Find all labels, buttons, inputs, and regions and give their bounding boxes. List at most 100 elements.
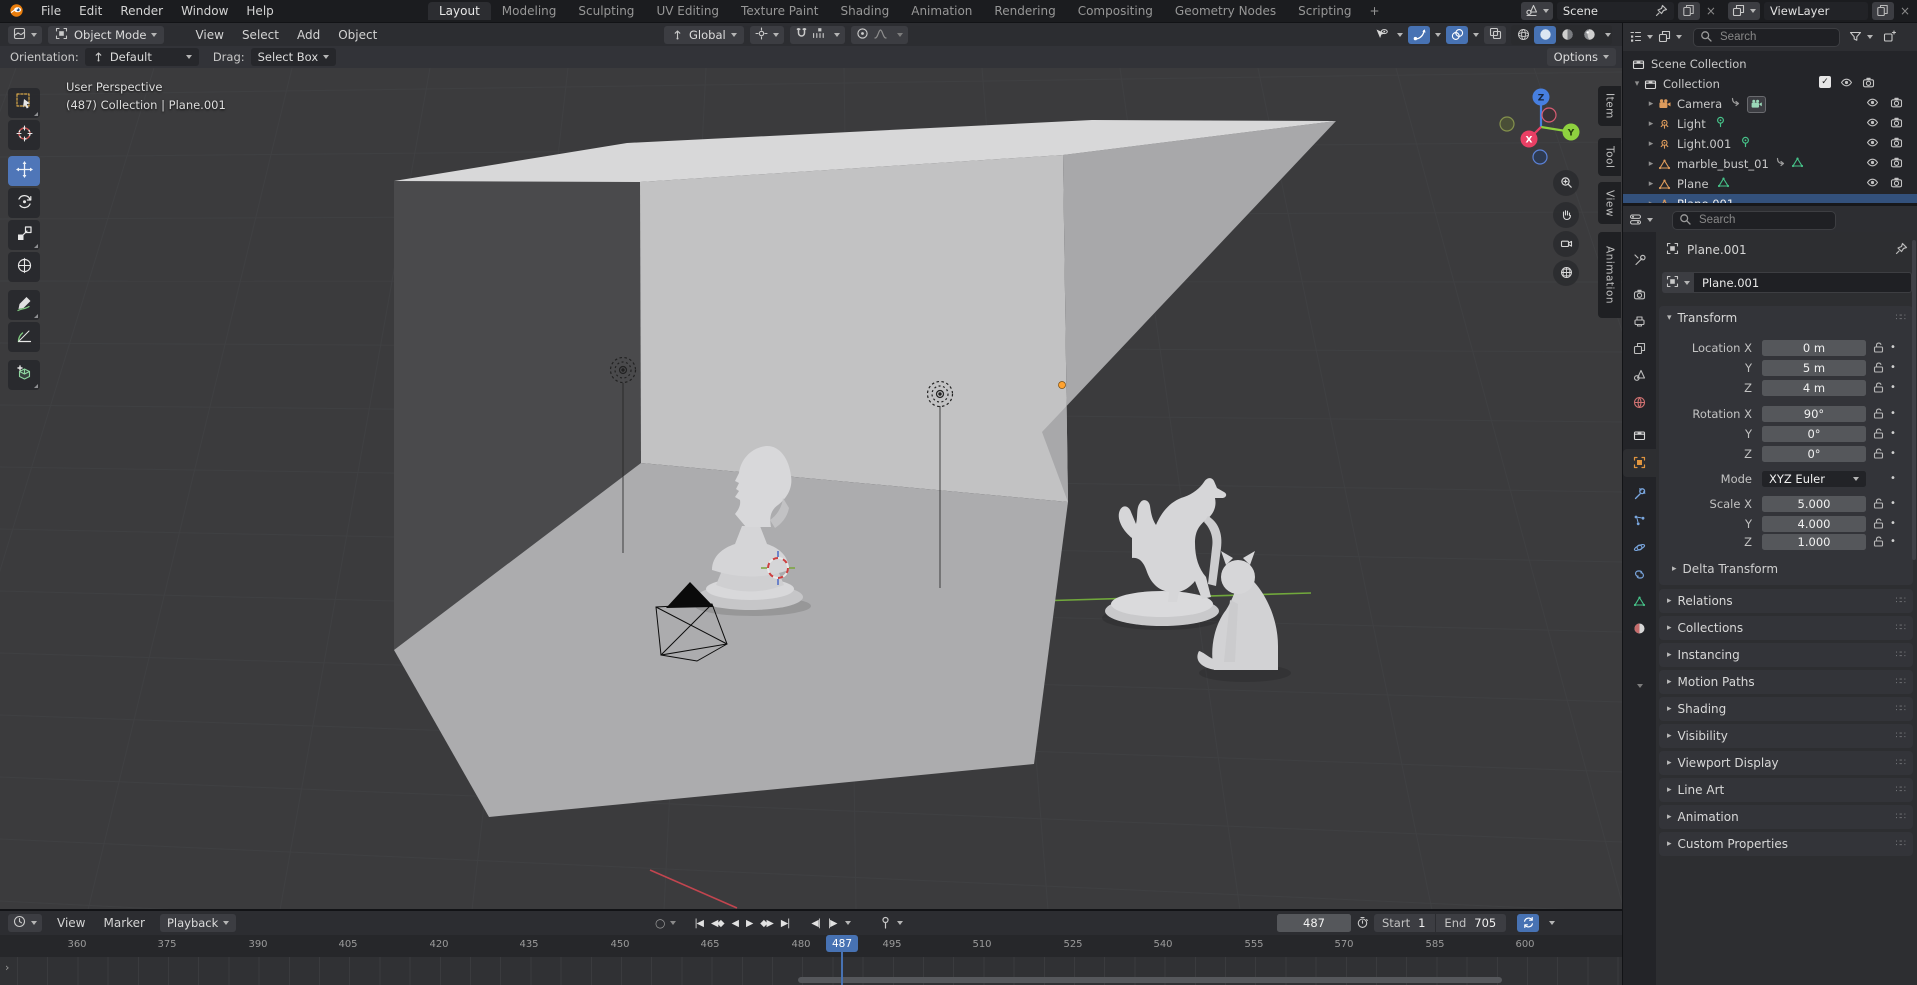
panel-shading[interactable]: ▸Shading∷∷ xyxy=(1659,697,1913,721)
frame-forward-button[interactable]: |▶ xyxy=(824,918,841,929)
tab-strip-overflow-caret[interactable] xyxy=(1623,672,1656,700)
scene-new-copy-button[interactable] xyxy=(1678,2,1700,20)
shading-solid-button[interactable] xyxy=(1534,26,1556,44)
lock-icon[interactable] xyxy=(1866,427,1890,440)
delta-transform-panel[interactable]: ▸Delta Transform xyxy=(1672,562,1778,576)
tab-sculpting[interactable]: Sculpting xyxy=(567,2,645,20)
tab-scene[interactable] xyxy=(1623,362,1656,390)
animate-dot[interactable]: • xyxy=(1890,362,1896,373)
pin-icon[interactable] xyxy=(1655,2,1668,21)
panel-collections[interactable]: ▸Collections∷∷ xyxy=(1659,616,1913,640)
lock-icon[interactable] xyxy=(1866,447,1890,460)
viewport-menu-add[interactable]: Add xyxy=(288,28,329,42)
tab-rendering[interactable]: Rendering xyxy=(983,2,1066,20)
jump-to-end-button[interactable]: ▶| xyxy=(777,918,794,929)
tab-tool[interactable] xyxy=(1623,246,1656,274)
light-data-icon[interactable] xyxy=(1714,116,1727,132)
navigation-gizmo[interactable]: Z Y X xyxy=(1500,89,1580,165)
scene-unlink-button[interactable]: × xyxy=(1704,4,1718,18)
scale-y-field[interactable]: 4.000 xyxy=(1762,516,1866,532)
animate-dot[interactable]: • xyxy=(1890,473,1896,484)
tab-modeling[interactable]: Modeling xyxy=(491,2,568,20)
start-value-field[interactable]: 1 xyxy=(1418,916,1435,930)
timeline-menu-marker[interactable]: Marker xyxy=(94,916,153,930)
transform-orientation-dropdown[interactable]: Global xyxy=(664,26,744,44)
add-workspace-button[interactable]: + xyxy=(1363,2,1387,20)
timeline-scrollbar[interactable] xyxy=(798,977,1502,983)
play-button[interactable]: ▶ xyxy=(742,918,756,929)
gizmo-neg-y-ball[interactable] xyxy=(1500,117,1514,131)
location-x-field[interactable]: 0 m xyxy=(1762,340,1866,356)
timeline-editor-type-button[interactable] xyxy=(8,914,42,932)
tab-texture-paint[interactable]: Texture Paint xyxy=(730,2,829,20)
pivot-point-dropdown[interactable] xyxy=(750,26,784,44)
ortho-toggle-button[interactable] xyxy=(1553,260,1579,286)
hide-eye-toggle[interactable] xyxy=(1840,76,1853,92)
render-visibility-toggle[interactable] xyxy=(1890,116,1903,132)
tool-move[interactable] xyxy=(8,156,40,186)
blender-logo-icon[interactable] xyxy=(9,3,24,22)
playhead-line[interactable] xyxy=(841,951,843,985)
shading-material-button[interactable] xyxy=(1556,26,1578,44)
jump-to-start-button[interactable]: |◀ xyxy=(690,918,707,929)
overlays-dropdown[interactable] xyxy=(1446,26,1479,44)
hide-eye-toggle[interactable] xyxy=(1866,156,1879,172)
hide-eye-toggle[interactable] xyxy=(1866,176,1879,192)
properties-editor-type-button[interactable] xyxy=(1629,211,1653,230)
current-frame-field[interactable]: 487 xyxy=(1277,914,1351,932)
preview-range-icon[interactable] xyxy=(879,914,892,933)
frame-back-button[interactable]: ◀| xyxy=(807,918,824,929)
lock-icon[interactable] xyxy=(1866,517,1890,530)
tab-particles[interactable] xyxy=(1623,507,1656,535)
tab-object-data[interactable] xyxy=(1623,588,1656,616)
viewlayer-name-field[interactable]: ViewLayer xyxy=(1764,2,1868,20)
timeline-menu-playback[interactable]: Playback xyxy=(160,914,236,932)
hide-eye-toggle[interactable] xyxy=(1866,136,1879,152)
rotation-y-field[interactable]: 0° xyxy=(1762,426,1866,442)
location-y-field[interactable]: 5 m xyxy=(1762,360,1866,376)
pan-button[interactable] xyxy=(1553,202,1579,228)
animate-dot[interactable]: • xyxy=(1890,382,1896,393)
lock-icon[interactable] xyxy=(1866,535,1890,548)
properties-search[interactable] xyxy=(1672,211,1836,230)
rotation-z-field[interactable]: 0° xyxy=(1762,446,1866,462)
shading-rendered-button[interactable] xyxy=(1578,26,1600,44)
panel-motion-paths[interactable]: ▸Motion Paths∷∷ xyxy=(1659,670,1913,694)
expand-icon[interactable]: ▸ xyxy=(1645,179,1657,189)
tab-layout[interactable]: Layout xyxy=(428,2,491,20)
outliner-filter-button[interactable] xyxy=(1849,28,1873,47)
breadcrumb-object-name[interactable]: Plane.001 xyxy=(1687,243,1747,257)
lock-icon[interactable] xyxy=(1866,341,1890,354)
outliner-row-light-001[interactable]: ▸ Light.001 xyxy=(1623,134,1917,154)
hide-eye-toggle[interactable] xyxy=(1866,116,1879,132)
outliner-search-input[interactable] xyxy=(1718,30,1833,44)
rotation-mode-dropdown[interactable]: XYZ Euler xyxy=(1762,471,1866,487)
snap-dropdown[interactable] xyxy=(790,26,845,44)
lock-icon[interactable] xyxy=(1866,407,1890,420)
drag-select-box-dropdown[interactable]: Select Box xyxy=(251,48,337,66)
scale-z-field[interactable]: 1.000 xyxy=(1762,534,1866,550)
expand-icon[interactable]: ▸ xyxy=(1645,119,1657,129)
outliner-row-camera[interactable]: ▸ Camera xyxy=(1623,94,1917,114)
animate-dot[interactable]: • xyxy=(1890,428,1896,439)
gizmo-neg-x-ball[interactable] xyxy=(1542,108,1556,122)
rotation-x-field[interactable]: 90° xyxy=(1762,406,1866,422)
lock-icon[interactable] xyxy=(1866,361,1890,374)
object-name-field[interactable]: Plane.001 xyxy=(1694,272,1912,293)
tab-physics[interactable] xyxy=(1623,534,1656,562)
hide-eye-toggle[interactable] xyxy=(1866,96,1879,112)
scene-type-dropdown[interactable] xyxy=(1521,2,1553,20)
channel-expander[interactable]: › xyxy=(5,961,9,974)
tab-constraints[interactable] xyxy=(1623,561,1656,589)
render-visibility-toggle[interactable] xyxy=(1890,156,1903,172)
tab-animation[interactable]: Animation xyxy=(900,2,983,20)
tool-transform[interactable] xyxy=(8,252,40,282)
tab-uv-editing[interactable]: UV Editing xyxy=(645,2,730,20)
panel-visibility[interactable]: ▸Visibility∷∷ xyxy=(1659,724,1913,748)
prev-keyframe-button[interactable]: ◀◆ xyxy=(707,918,728,929)
mesh-data-icon[interactable] xyxy=(1717,176,1730,192)
expand-icon[interactable]: ▸ xyxy=(1645,99,1657,109)
render-visibility-toggle[interactable] xyxy=(1890,136,1903,152)
viewlayer-remove-button[interactable]: × xyxy=(1898,4,1912,18)
sidebar-tab-view[interactable]: View xyxy=(1598,182,1621,224)
